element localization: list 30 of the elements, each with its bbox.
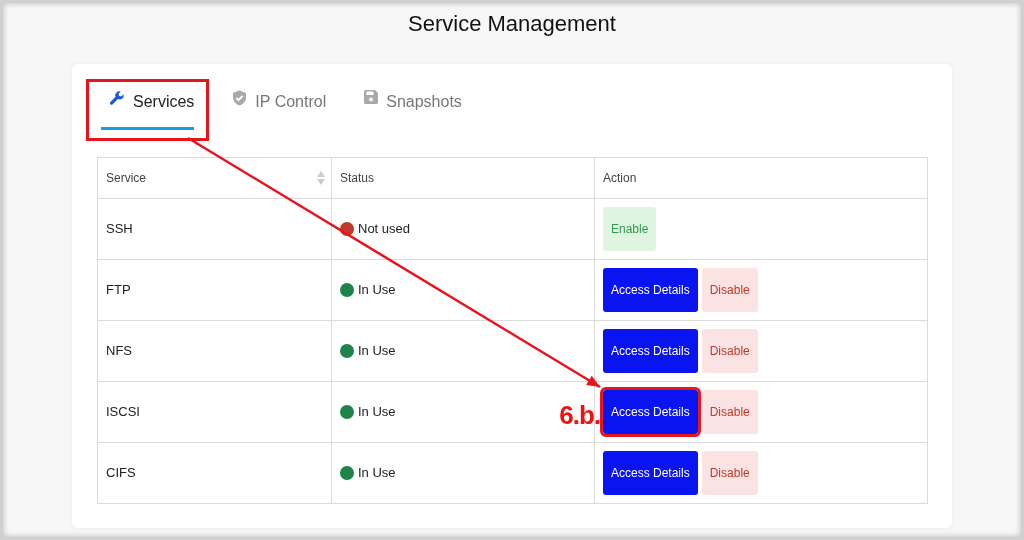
service-name: SSH (97, 198, 332, 260)
page-title: Service Management (408, 10, 616, 38)
tab[interactable]: IP Control (220, 82, 339, 138)
tab[interactable]: Snapshots (352, 82, 474, 138)
access-button[interactable]: Access Details (603, 268, 698, 312)
status-text: In Use (358, 281, 396, 300)
disable-button[interactable]: Disable (701, 451, 758, 495)
tab[interactable]: Services (89, 82, 207, 138)
access-button[interactable]: Access Details (603, 451, 698, 495)
status-text: Not used (358, 220, 411, 239)
enable-button[interactable]: Enable (603, 207, 657, 251)
column-header: Action (594, 157, 928, 199)
status-text: In Use (358, 342, 396, 361)
service-name: NFS (97, 320, 332, 382)
column-header[interactable]: Service (97, 157, 332, 199)
disable-button[interactable]: Disable (701, 268, 758, 312)
sort-icon[interactable] (317, 171, 325, 185)
column-header: Status (331, 157, 595, 199)
access-button[interactable]: Access Details (603, 390, 698, 434)
service-name: ISCSI (97, 381, 332, 443)
service-name: CIFS (97, 442, 332, 504)
wrench-icon (109, 90, 125, 106)
access-button[interactable]: Access Details (603, 329, 698, 373)
service-name: FTP (97, 259, 332, 321)
status-text: In Use (358, 403, 396, 422)
disable-button[interactable]: Disable (701, 329, 758, 373)
shield-check-icon (232, 90, 248, 106)
status-text: In Use (358, 464, 396, 483)
step-label: 6.b. (559, 399, 600, 432)
disable-button[interactable]: Disable (701, 390, 758, 434)
